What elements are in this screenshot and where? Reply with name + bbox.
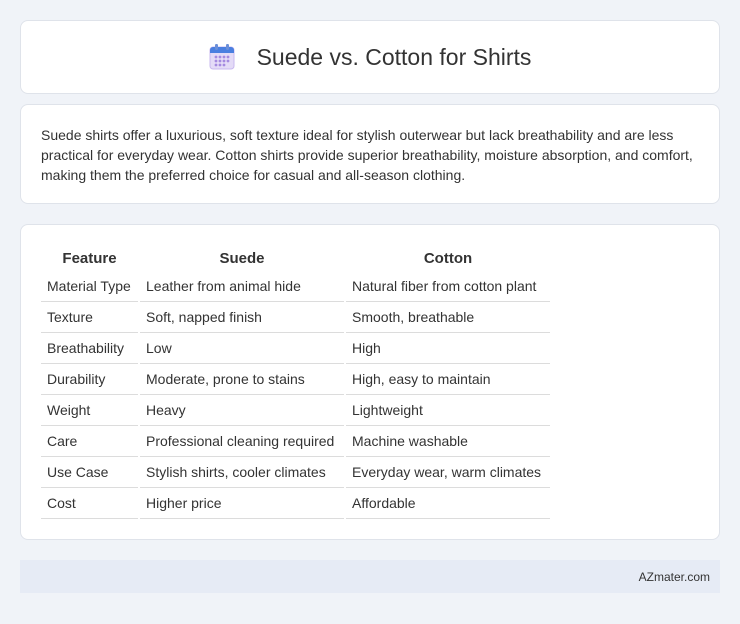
cell-cotton: Affordable xyxy=(346,488,550,519)
footer-brand[interactable]: AZmater.com xyxy=(639,570,710,584)
comparison-card: Feature Suede Cotton Material Type Leath… xyxy=(20,224,720,540)
table-header-row: Feature Suede Cotton xyxy=(41,245,550,271)
page-title: Suede vs. Cotton for Shirts xyxy=(256,43,532,70)
footer-bar: AZmater.com xyxy=(20,560,720,593)
intro-paragraph: Suede shirts offer a luxurious, soft tex… xyxy=(41,127,693,183)
cell-feature: Use Case xyxy=(41,457,138,488)
intro-card: Suede shirts offer a luxurious, soft tex… xyxy=(20,104,720,204)
table-row: Weight Heavy Lightweight xyxy=(41,395,550,426)
calendar-icon xyxy=(209,44,235,70)
cell-suede: Soft, napped finish xyxy=(140,302,344,333)
header-cotton: Cotton xyxy=(423,249,473,267)
cell-suede: Low xyxy=(140,333,344,364)
table-row: Care Professional cleaning required Mach… xyxy=(41,426,550,457)
cell-cotton: Natural fiber from cotton plant xyxy=(346,271,550,302)
cell-cotton: Everyday wear, warm climates xyxy=(346,457,550,488)
title-wrap: Suede vs. Cotton for Shirts xyxy=(209,43,532,71)
table-row: Material Type Leather from animal hide N… xyxy=(41,271,550,302)
table-row: Cost Higher price Affordable xyxy=(41,488,550,519)
title-card: Suede vs. Cotton for Shirts xyxy=(20,20,720,94)
cell-cotton: High, easy to maintain xyxy=(346,364,550,395)
cell-feature: Durability xyxy=(41,364,138,395)
cell-feature: Texture xyxy=(41,302,138,333)
header-feature: Feature xyxy=(62,249,117,267)
cell-suede: Higher price xyxy=(140,488,344,519)
table-row: Breathability Low High xyxy=(41,333,550,364)
comparison-table: Feature Suede Cotton Material Type Leath… xyxy=(39,245,552,519)
cell-cotton: Smooth, breathable xyxy=(346,302,550,333)
cell-suede: Heavy xyxy=(140,395,344,426)
table-row: Texture Soft, napped finish Smooth, brea… xyxy=(41,302,550,333)
cell-suede: Moderate, prone to stains xyxy=(140,364,344,395)
table-row: Durability Moderate, prone to stains Hig… xyxy=(41,364,550,395)
cell-suede: Stylish shirts, cooler climates xyxy=(140,457,344,488)
cell-feature: Material Type xyxy=(41,271,138,302)
cell-cotton: Lightweight xyxy=(346,395,550,426)
cell-cotton: Machine washable xyxy=(346,426,550,457)
cell-feature: Care xyxy=(41,426,138,457)
table-row: Use Case Stylish shirts, cooler climates… xyxy=(41,457,550,488)
cell-suede: Professional cleaning required xyxy=(140,426,344,457)
cell-suede: Leather from animal hide xyxy=(140,271,344,302)
cell-feature: Cost xyxy=(41,488,138,519)
cell-cotton: High xyxy=(346,333,550,364)
header-suede: Suede xyxy=(219,249,265,267)
cell-feature: Weight xyxy=(41,395,138,426)
cell-feature: Breathability xyxy=(41,333,138,364)
